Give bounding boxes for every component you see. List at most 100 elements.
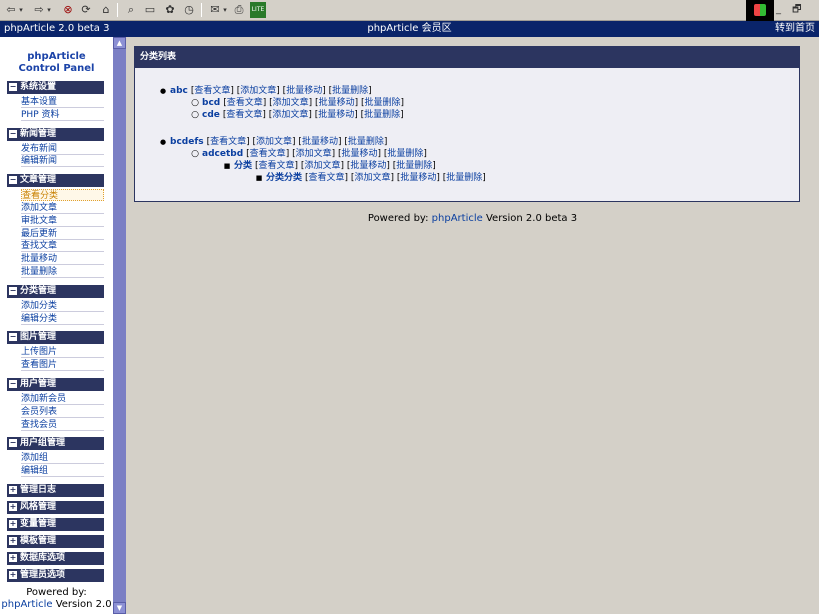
sidebar-item[interactable]: 添加分类 xyxy=(21,300,104,312)
sidebar-section-10[interactable]: + 模板管理 xyxy=(7,535,104,548)
sidebar-section-6[interactable]: − 用户组管理 xyxy=(7,437,104,451)
sidebar-item[interactable]: 查看分类 xyxy=(21,189,104,202)
category-action-link[interactable]: 批量删除 xyxy=(332,86,368,96)
sidebar-item[interactable]: 查看图片 xyxy=(21,359,104,372)
category-action-link[interactable]: 添加文章 xyxy=(296,149,332,159)
collapse-icon[interactable]: − xyxy=(9,83,17,91)
favorites-icon[interactable]: ✿ xyxy=(162,2,178,18)
category-action-link[interactable]: 添加文章 xyxy=(272,110,308,120)
sidebar-section-4[interactable]: − 图片管理 xyxy=(7,331,104,345)
category-action-link[interactable]: 批量移动 xyxy=(302,137,338,147)
folder-icon[interactable]: ▭ xyxy=(142,2,158,18)
sidebar-section-2[interactable]: − 文章管理 xyxy=(7,174,104,188)
search-icon[interactable]: ⌕ xyxy=(123,2,139,18)
category-action-link[interactable]: 批量移动 xyxy=(341,149,377,159)
category-name-link[interactable]: bcdefs xyxy=(170,137,204,147)
stop-icon[interactable]: ⊗ xyxy=(60,2,76,18)
scroll-up-icon[interactable]: ▲ xyxy=(113,37,126,49)
sidebar-item[interactable]: 批量删除 xyxy=(21,266,104,278)
sidebar-item[interactable]: 基本设置 xyxy=(21,96,104,108)
category-action-link[interactable]: 批量删除 xyxy=(364,98,400,108)
sidebar-title-line2: Control Panel xyxy=(18,63,95,74)
sidebar-item[interactable]: 上传图片 xyxy=(21,346,104,359)
collapse-icon[interactable]: − xyxy=(9,286,17,295)
mail-dropdown-icon[interactable]: ▾ xyxy=(221,2,229,18)
expand-icon[interactable]: + xyxy=(9,554,17,562)
sidebar-item[interactable]: 添加组 xyxy=(21,452,104,465)
category-action-link[interactable]: 查看文章 xyxy=(194,86,230,96)
category-action-link[interactable]: 批量移动 xyxy=(400,173,436,183)
sidebar-section-9[interactable]: + 变量管理 xyxy=(7,518,104,531)
sidebar-section-8[interactable]: + 风格管理 xyxy=(7,501,104,514)
category-action-link[interactable]: 批量删除 xyxy=(396,161,432,171)
collapse-icon[interactable]: − xyxy=(9,439,17,448)
sidebar-item[interactable]: 查找文章 xyxy=(21,240,104,253)
sidebar-item[interactable]: 查找会员 xyxy=(21,419,104,431)
sidebar-item[interactable]: 批量移动 xyxy=(21,253,104,266)
category-action-link[interactable]: 批量删除 xyxy=(364,110,400,120)
sidebar-item[interactable]: 会员列表 xyxy=(21,406,104,418)
forward-dropdown-icon[interactable]: ▾ xyxy=(45,2,53,18)
category-action-link[interactable]: 批量删除 xyxy=(387,149,423,159)
home-icon[interactable]: ⌂ xyxy=(98,2,114,18)
sidebar-item[interactable]: 添加新会员 xyxy=(21,393,104,405)
category-action-link[interactable]: 查看文章 xyxy=(210,137,246,147)
sidebar-section-5[interactable]: − 用户管理 xyxy=(7,378,104,391)
category-action-link[interactable]: 添加文章 xyxy=(273,98,309,108)
expand-icon[interactable]: + xyxy=(9,520,17,528)
category-name-link[interactable]: 分类分类 xyxy=(266,173,302,183)
category-action-link[interactable]: 批量移动 xyxy=(318,110,354,120)
category-action-link[interactable]: 添加文章 xyxy=(304,161,340,171)
sidebar-scrollbar[interactable]: ▲ ▼ xyxy=(113,37,126,614)
history-icon[interactable]: ◷ xyxy=(181,2,197,18)
category-action-link[interactable]: 查看文章 xyxy=(309,173,345,183)
expand-icon[interactable]: + xyxy=(9,486,17,494)
category-name-link[interactable]: bcd xyxy=(202,98,220,108)
sidebar-phparticle-link[interactable]: phpArticle xyxy=(1,599,52,610)
category-action-link[interactable]: 查看文章 xyxy=(226,110,262,120)
lite-icon[interactable]: LITE xyxy=(250,2,266,18)
expand-icon[interactable]: + xyxy=(9,537,17,545)
sidebar-item[interactable]: 编辑新闻 xyxy=(21,155,104,168)
sidebar-item[interactable]: 编辑组 xyxy=(21,465,104,478)
scroll-down-icon[interactable]: ▼ xyxy=(113,602,126,614)
sidebar-section-12[interactable]: + 管理员选项 xyxy=(7,569,104,582)
sidebar-section-7[interactable]: + 管理日志 xyxy=(7,484,104,497)
sidebar-section-0[interactable]: − 系统设置 xyxy=(7,81,104,94)
sidebar-item[interactable]: 发布新闻 xyxy=(21,143,104,155)
collapse-icon[interactable]: − xyxy=(9,380,17,388)
category-action-link[interactable]: 查看文章 xyxy=(227,98,263,108)
collapse-icon[interactable]: − xyxy=(9,333,17,342)
category-action-link[interactable]: 批量删除 xyxy=(446,173,482,183)
sidebar-section-11[interactable]: + 数据库选项 xyxy=(7,552,104,565)
refresh-icon[interactable]: ⟳ xyxy=(78,2,94,18)
back-dropdown-icon[interactable]: ▾ xyxy=(17,2,25,18)
sidebar-section-3[interactable]: − 分类管理 xyxy=(7,284,104,298)
print-icon[interactable]: ⎙ xyxy=(231,2,247,18)
collapse-icon[interactable]: − xyxy=(9,176,17,185)
sidebar-item[interactable]: PHP 资料 xyxy=(21,109,104,121)
collapse-icon[interactable]: − xyxy=(9,129,17,138)
sidebar-item[interactable]: 编辑分类 xyxy=(21,313,104,325)
category-action-link[interactable]: 批量移动 xyxy=(350,161,386,171)
sidebar-section-1[interactable]: − 新闻管理 xyxy=(7,127,104,141)
sidebar-item[interactable]: 审批文章 xyxy=(21,215,104,227)
category-name-link[interactable]: cde xyxy=(202,110,220,120)
category-action-link[interactable]: 查看文章 xyxy=(250,149,286,159)
phparticle-link[interactable]: phpArticle xyxy=(432,213,483,224)
category-action-link[interactable]: 批量移动 xyxy=(286,86,322,96)
category-name-link[interactable]: 分类 xyxy=(234,161,252,171)
category-action-link[interactable]: 批量移动 xyxy=(319,98,355,108)
category-action-link[interactable]: 添加文章 xyxy=(256,137,292,147)
expand-icon[interactable]: + xyxy=(9,571,17,579)
sidebar-item[interactable]: 添加文章 xyxy=(21,202,104,214)
category-action-link[interactable]: 批量删除 xyxy=(348,137,384,147)
expand-icon[interactable]: + xyxy=(9,503,17,511)
category-action-link[interactable]: 添加文章 xyxy=(240,86,276,96)
category-action-link[interactable]: 查看文章 xyxy=(259,161,295,171)
sidebar-item[interactable]: 最后更新 xyxy=(21,228,104,240)
category-action-link[interactable]: 添加文章 xyxy=(354,173,390,183)
category-name-link[interactable]: adcetbd xyxy=(202,149,243,159)
category-name-link[interactable]: abc xyxy=(170,86,188,96)
goto-homepage-link[interactable]: 转到首页 xyxy=(775,21,815,37)
